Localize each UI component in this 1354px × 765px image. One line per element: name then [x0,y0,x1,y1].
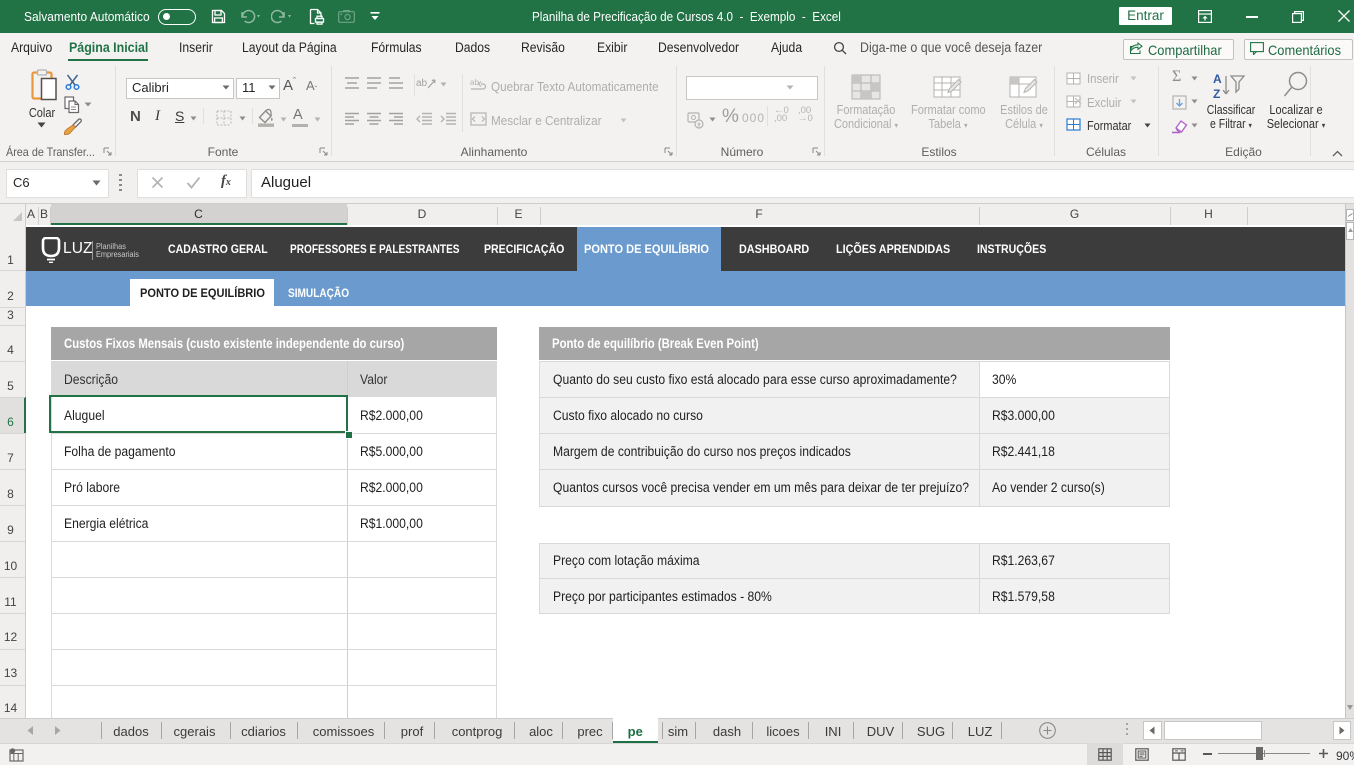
svg-text:Z: Z [1213,87,1220,100]
svg-text:A: A [1213,72,1222,86]
svg-text:ab: ab [470,78,479,87]
svg-text:ab: ab [416,78,428,89]
